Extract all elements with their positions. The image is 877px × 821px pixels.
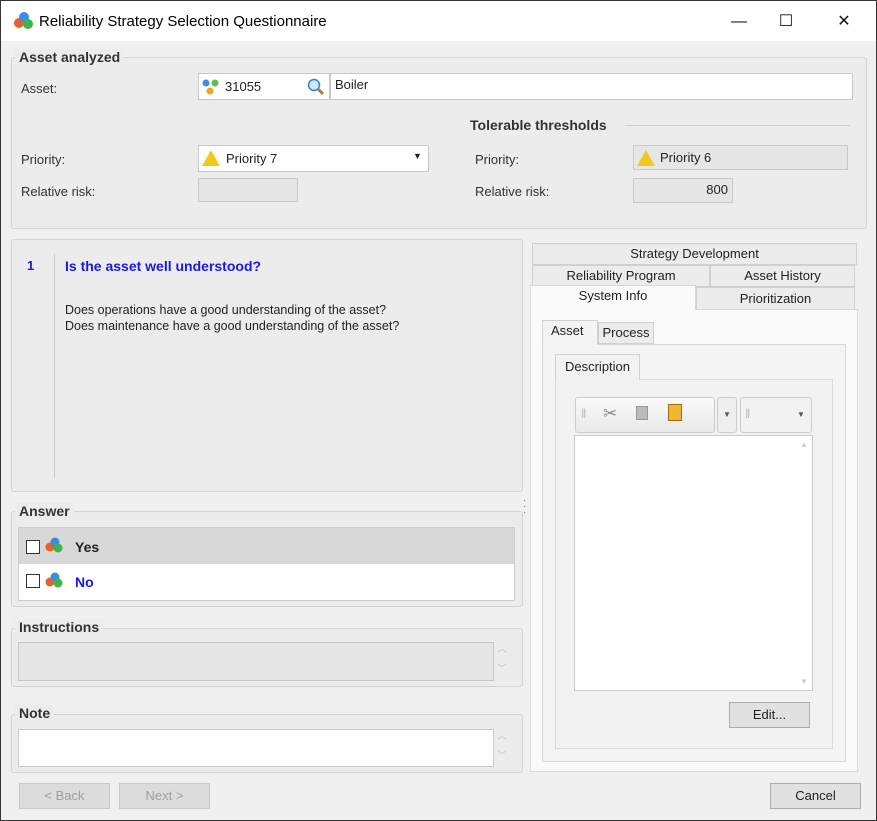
answer-checkbox[interactable]: [26, 574, 40, 588]
answer-checkbox[interactable]: [26, 540, 40, 554]
answer-label: No: [75, 574, 94, 590]
tab-reliability-program[interactable]: Reliability Program: [532, 265, 710, 287]
tab-description[interactable]: Description: [555, 354, 640, 380]
warning-icon: [202, 150, 220, 166]
font-select[interactable]: ‖ ▼: [740, 397, 812, 433]
threshold-risk-field: 800: [633, 178, 733, 203]
cancel-button[interactable]: Cancel: [770, 783, 861, 809]
chevron-down-icon[interactable]: ▼: [797, 410, 805, 419]
asset-name-field[interactable]: Boiler: [330, 73, 853, 100]
edit-toolbar: ‖ ✂: [575, 397, 715, 433]
app-icon: [14, 12, 33, 29]
description-editor[interactable]: ▲ ▼: [574, 435, 813, 691]
instructions-field: [18, 642, 494, 681]
paste-icon[interactable]: [668, 404, 682, 421]
warning-icon: [637, 150, 655, 166]
priority-label: Priority:: [21, 152, 66, 167]
answer-icon: [45, 572, 63, 588]
tab-system-info[interactable]: System Info: [530, 285, 696, 310]
maximize-button[interactable]: ☐: [763, 7, 809, 37]
next-button[interactable]: Next >: [119, 783, 210, 809]
relative-risk-field: [198, 178, 298, 202]
threshold-priority-field: Priority 6: [633, 145, 848, 170]
cut-icon[interactable]: ✂: [603, 404, 617, 424]
instructions-scrollbar[interactable]: ︿ ﹀: [497, 640, 507, 680]
toolbar-grip[interactable]: ‖: [581, 406, 586, 421]
tab-asset[interactable]: Asset: [542, 320, 598, 345]
copy-icon[interactable]: [636, 406, 648, 420]
minimize-button[interactable]: —: [716, 7, 762, 37]
tab-prioritization[interactable]: Prioritization: [696, 287, 855, 310]
question-line: Does operations have a good understandin…: [65, 303, 387, 317]
thresholds-title: Tolerable thresholds: [470, 117, 607, 133]
note-input[interactable]: [18, 729, 494, 767]
threshold-risk-label: Relative risk:: [475, 184, 550, 199]
question-divider: [54, 254, 55, 478]
answer-list: Yes No: [18, 527, 515, 601]
toolbar-dropdown-icon[interactable]: ▼: [717, 397, 737, 433]
threshold-priority-value: Priority 6: [660, 150, 712, 165]
question-panel: [11, 239, 523, 492]
back-button[interactable]: < Back: [19, 783, 110, 809]
answer-option-no[interactable]: No: [19, 564, 514, 600]
asset-id-field[interactable]: 31055: [198, 73, 330, 100]
window-title: Reliability Strategy Selection Questionn…: [39, 13, 327, 30]
tab-process[interactable]: Process: [598, 322, 654, 344]
question-number: 1: [27, 258, 35, 273]
priority-select[interactable]: Priority 7 ▼: [198, 145, 429, 172]
edit-button[interactable]: Edit...: [729, 702, 810, 728]
answer-option-yes[interactable]: Yes: [19, 528, 514, 564]
tab-strategy-development[interactable]: Strategy Development: [532, 243, 857, 265]
splitter-handle[interactable]: · · ·: [523, 496, 526, 518]
note-title: Note: [15, 705, 55, 721]
instructions-title: Instructions: [15, 619, 104, 635]
threshold-priority-label: Priority:: [475, 152, 520, 167]
chevron-down-icon[interactable]: ▼: [413, 151, 422, 161]
question-line: Does maintenance have a good understandi…: [65, 319, 400, 333]
asset-label: Asset:: [21, 81, 58, 96]
thresholds-divider: [625, 125, 850, 126]
asset-id-value: 31055: [225, 79, 262, 94]
asset-analyzed-title: Asset analyzed: [15, 49, 125, 65]
title-bar: Reliability Strategy Selection Questionn…: [1, 1, 876, 41]
tab-asset-history[interactable]: Asset History: [710, 265, 855, 287]
relative-risk-label: Relative risk:: [21, 184, 96, 199]
scroll-down-icon[interactable]: ▼: [800, 677, 808, 686]
priority-value: Priority 7: [226, 151, 278, 166]
search-icon[interactable]: [307, 78, 325, 96]
scroll-up-icon[interactable]: ▲: [800, 440, 808, 449]
close-button[interactable]: ✕: [821, 7, 867, 37]
asset-tree-icon: [202, 79, 219, 95]
note-scrollbar[interactable]: ︿ ﹀: [497, 727, 507, 767]
answer-icon: [45, 537, 63, 553]
answer-label: Yes: [75, 539, 100, 555]
question-title: Is the asset well understood?: [65, 258, 262, 274]
answer-title: Answer: [15, 503, 74, 519]
